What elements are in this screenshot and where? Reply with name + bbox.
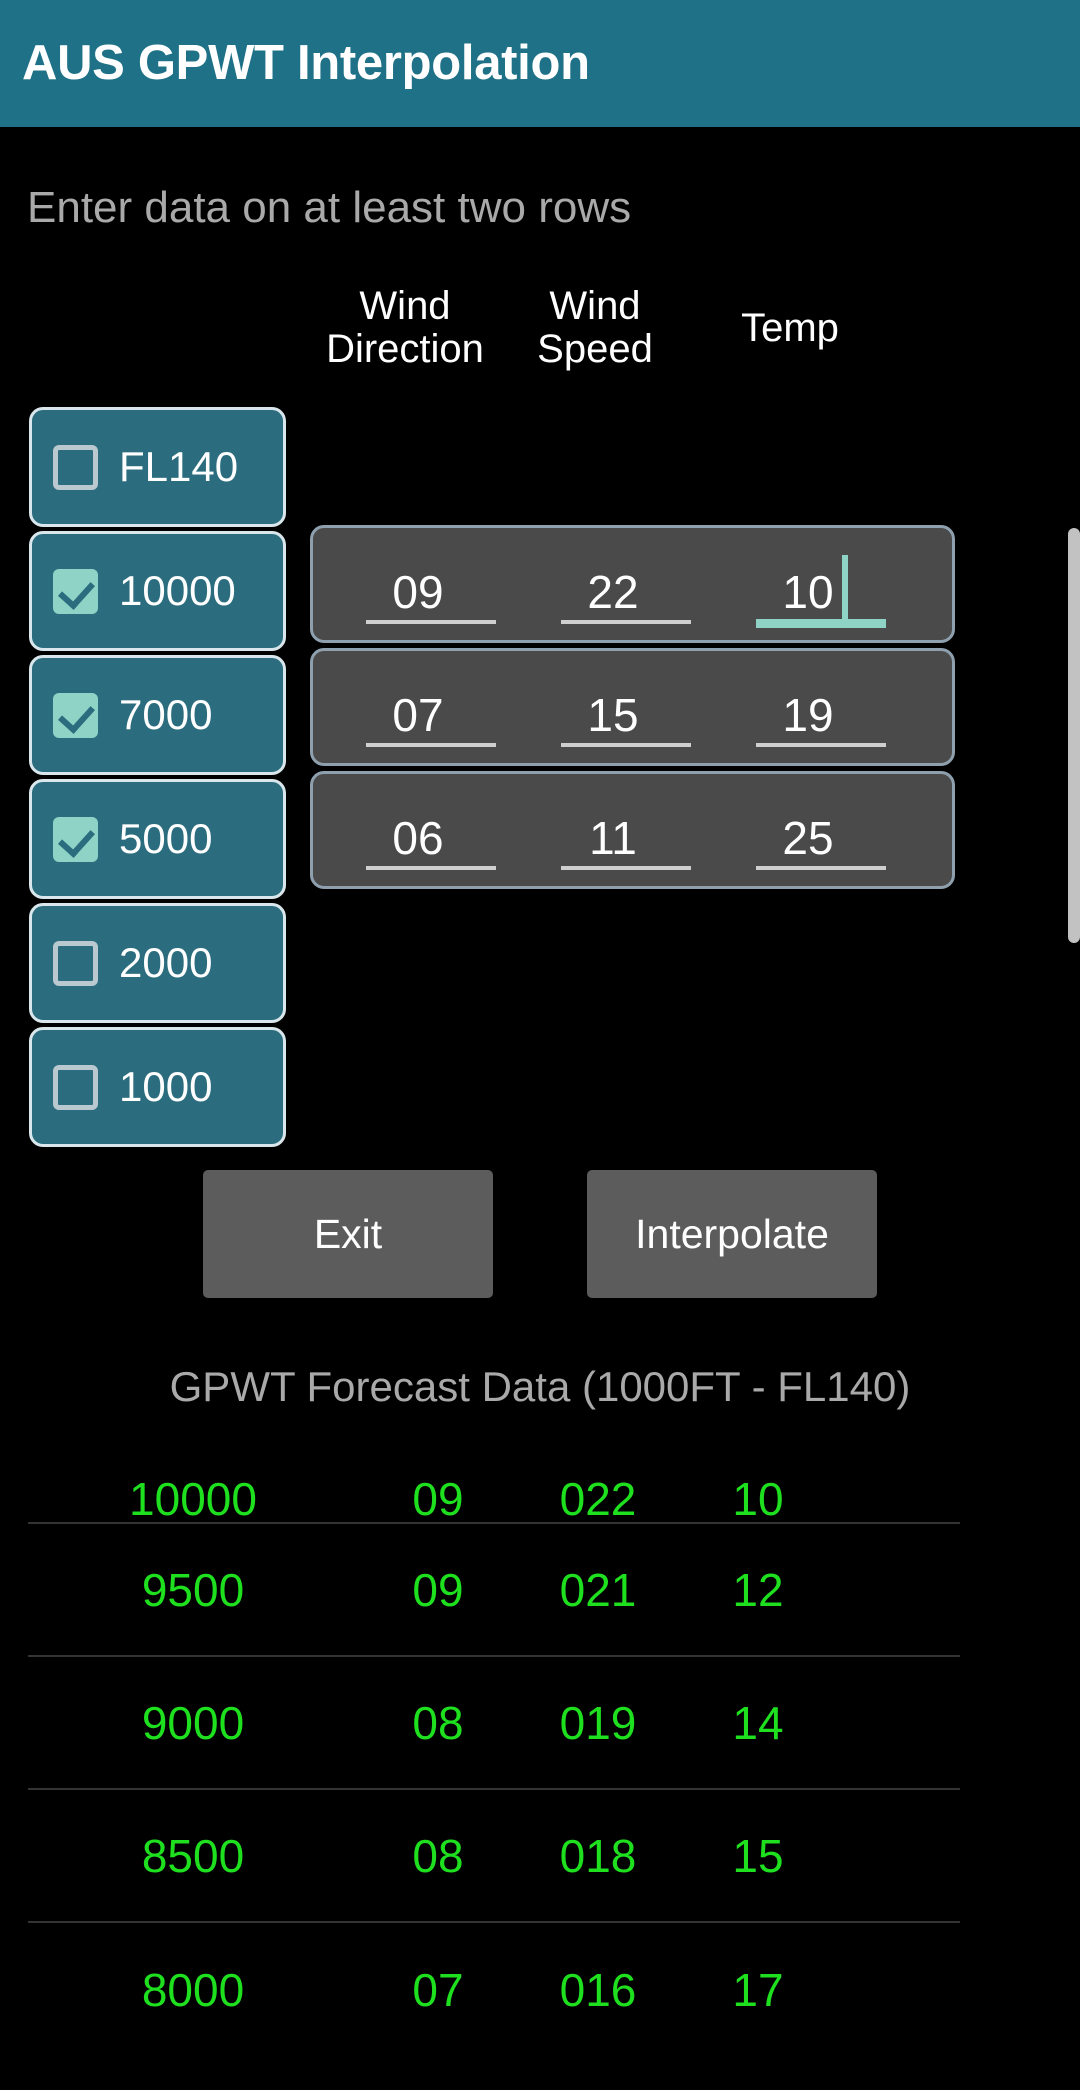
input-underline — [366, 866, 496, 870]
forecast-speed: 018 — [559, 1829, 637, 1882]
input-value: 09 — [392, 566, 444, 618]
app-screen: AUS GPWT Interpolation Enter data on at … — [0, 0, 1080, 2090]
input-value: 15 — [587, 689, 639, 741]
forecast-altitude: 10000 — [129, 1473, 257, 1525]
input-underline-focused — [756, 619, 886, 628]
checkbox-unchecked-icon[interactable] — [53, 1064, 98, 1110]
column-header-wind-speed: Wind Speed — [500, 284, 690, 372]
input-value: 10 — [782, 555, 848, 627]
forecast-direction: 09 — [412, 1563, 464, 1616]
scrollbar-thumb[interactable] — [1068, 528, 1080, 943]
wind-speed-input-5000[interactable]: 11 — [523, 774, 703, 892]
altitude-item-2000[interactable]: 2000 — [29, 903, 286, 1023]
input-rows: 09 22 10 07 15 19 06 11 25 — [310, 525, 955, 894]
scrollbar-track[interactable] — [1068, 128, 1080, 2090]
altitude-item-5000[interactable]: 5000 — [29, 779, 286, 899]
input-underline — [756, 743, 886, 747]
column-header-wind-direction: Wind Direction — [310, 284, 500, 372]
input-value: 19 — [782, 689, 834, 741]
temp-input-7000[interactable]: 19 — [718, 651, 898, 769]
wind-speed-input-10000[interactable]: 22 — [523, 528, 703, 646]
input-value: 25 — [782, 812, 834, 864]
forecast-direction: 07 — [412, 1963, 464, 2016]
interpolate-button[interactable]: Interpolate — [587, 1170, 877, 1298]
input-row-5000[interactable]: 06 11 25 — [310, 771, 955, 889]
table-row: 10000 09 022 10 — [28, 1428, 960, 1524]
forecast-temp: 10 — [732, 1473, 784, 1525]
wind-speed-line-1: Wind — [549, 284, 641, 328]
column-header-temp: Temp — [741, 306, 839, 350]
forecast-temp: 14 — [732, 1696, 784, 1749]
forecast-speed: 021 — [559, 1563, 637, 1616]
altitude-label: 10000 — [119, 567, 236, 614]
input-underline — [366, 620, 496, 624]
wind-speed-input-7000[interactable]: 15 — [523, 651, 703, 769]
table-row: 9500 09 021 12 — [28, 1524, 960, 1657]
forecast-speed: 019 — [559, 1696, 637, 1749]
title-bar: AUS GPWT Interpolation — [0, 0, 1080, 127]
altitude-item-7000[interactable]: 7000 — [29, 655, 286, 775]
table-row: 8500 08 018 15 — [28, 1790, 960, 1923]
wind-direction-input-10000[interactable]: 09 — [328, 528, 508, 646]
input-row-7000[interactable]: 07 15 19 — [310, 648, 955, 766]
altitude-label: FL140 — [119, 443, 239, 490]
input-value: 11 — [589, 812, 637, 864]
checkbox-checked-icon[interactable] — [53, 568, 98, 614]
forecast-altitude: 9500 — [141, 1563, 245, 1616]
wind-direction-input-7000[interactable]: 07 — [328, 651, 508, 769]
checkbox-unchecked-icon[interactable] — [53, 444, 98, 490]
input-value: 07 — [392, 689, 444, 741]
forecast-altitude: 9000 — [141, 1696, 245, 1749]
altitude-item-1000[interactable]: 1000 — [29, 1027, 286, 1147]
wind-direction-input-5000[interactable]: 06 — [328, 774, 508, 892]
input-value: 06 — [392, 812, 444, 864]
exit-button[interactable]: Exit — [203, 1170, 493, 1298]
altitude-label: 1000 — [119, 1063, 213, 1110]
altitude-label: 7000 — [119, 691, 213, 738]
wind-speed-line-2: Speed — [537, 327, 653, 372]
app-title: AUS GPWT Interpolation — [22, 36, 590, 90]
column-headers: Wind Direction Wind Speed Temp — [310, 284, 965, 395]
checkbox-unchecked-icon[interactable] — [53, 940, 98, 986]
forecast-altitude: 8500 — [141, 1829, 245, 1882]
wind-direction-line-2: Direction — [326, 327, 484, 372]
forecast-temp: 15 — [732, 1829, 784, 1882]
forecast-temp: 17 — [732, 1963, 784, 2016]
checkbox-checked-icon[interactable] — [53, 816, 98, 862]
table-row: 9000 08 019 14 — [28, 1657, 960, 1790]
forecast-speed: 016 — [559, 1963, 637, 2016]
input-underline — [561, 743, 691, 747]
temp-input-10000[interactable]: 10 — [718, 528, 898, 646]
input-value: 22 — [587, 566, 639, 618]
altitude-item-fl140[interactable]: FL140 — [29, 407, 286, 527]
forecast-speed: 022 — [559, 1473, 637, 1525]
input-row-10000[interactable]: 09 22 10 — [310, 525, 955, 643]
forecast-title: GPWT Forecast Data (1000FT - FL140) — [169, 1363, 911, 1410]
instruction-text: Enter data on at least two rows — [27, 183, 632, 232]
altitude-label: 2000 — [119, 939, 213, 986]
checkbox-checked-icon[interactable] — [53, 692, 98, 738]
altitude-label: 5000 — [119, 815, 213, 862]
temp-input-5000[interactable]: 25 — [718, 774, 898, 892]
table-row: 8000 07 016 17 — [28, 1923, 960, 2056]
forecast-temp: 12 — [732, 1563, 784, 1616]
input-underline — [366, 743, 496, 747]
altitude-item-10000[interactable]: 10000 — [29, 531, 286, 651]
forecast-direction: 09 — [412, 1473, 464, 1525]
input-underline — [561, 866, 691, 870]
input-underline — [561, 620, 691, 624]
wind-direction-line-1: Wind — [359, 284, 451, 328]
forecast-table[interactable]: 10000 09 022 10 9500 09 021 12 9000 08 0… — [28, 1428, 960, 2090]
altitude-list: FL140 10000 7000 5000 2000 1000 — [29, 407, 286, 1151]
forecast-direction: 08 — [412, 1829, 464, 1882]
forecast-altitude: 8000 — [141, 1963, 245, 2016]
text-caret — [841, 555, 848, 627]
input-underline — [756, 866, 886, 870]
forecast-direction: 08 — [412, 1696, 464, 1749]
